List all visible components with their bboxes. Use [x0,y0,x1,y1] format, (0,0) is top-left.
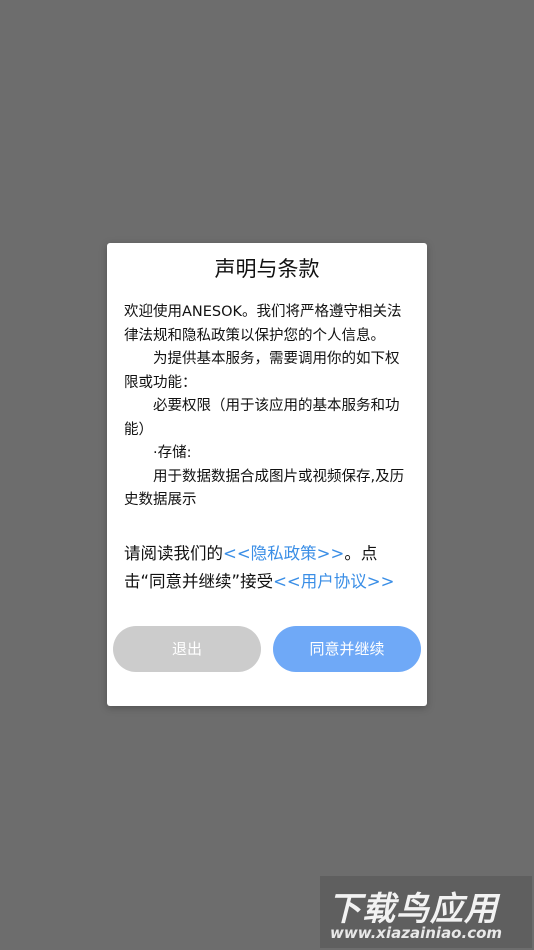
watermark-logo: 下载鸟应用 [328,889,498,928]
terms-paragraph: 必要权限（用于该应用的基本服务和功能） [124,398,400,438]
dialog-title: 声明与条款 [214,257,320,281]
exit-button[interactable]: 退出 [113,626,261,672]
terms-paragraph: 用于数据数据合成图片或视频保存,及历史数据展示 [124,468,405,509]
watermark-url: www.xiazainiao.com [330,924,503,942]
policy-notice: 请阅读我们的<<隐私政策>>。点击“同意并继续”接受<<用户协议>> [124,540,414,596]
notice-prefix: 请阅读我们的 [124,544,223,563]
user-agreement-link[interactable]: <<用户协议>> [273,572,394,591]
terms-paragraph: 欢迎使用ANESOK。我们将严格遵守相关法律法规和隐私政策以保护您的个人信息。 [124,304,402,344]
terms-paragraph: 为提供基本服务，需要调用你的如下权限或功能： [124,351,400,391]
agree-continue-button[interactable]: 同意并继续 [273,626,421,672]
terms-paragraph: ·存储: [153,445,192,461]
terms-dialog: 声明与条款 欢迎使用ANESOK。我们将严格遵守相关法律法规和隐私政策以保护您的… [107,243,427,706]
watermark: 下载鸟应用 www.xiazainiao.com [320,876,532,948]
privacy-policy-link[interactable]: <<隐私政策>> [223,544,344,563]
terms-scroll-area[interactable]: 欢迎使用ANESOK。我们将严格遵守相关法律法规和隐私政策以保护您的个人信息。 … [124,301,412,523]
